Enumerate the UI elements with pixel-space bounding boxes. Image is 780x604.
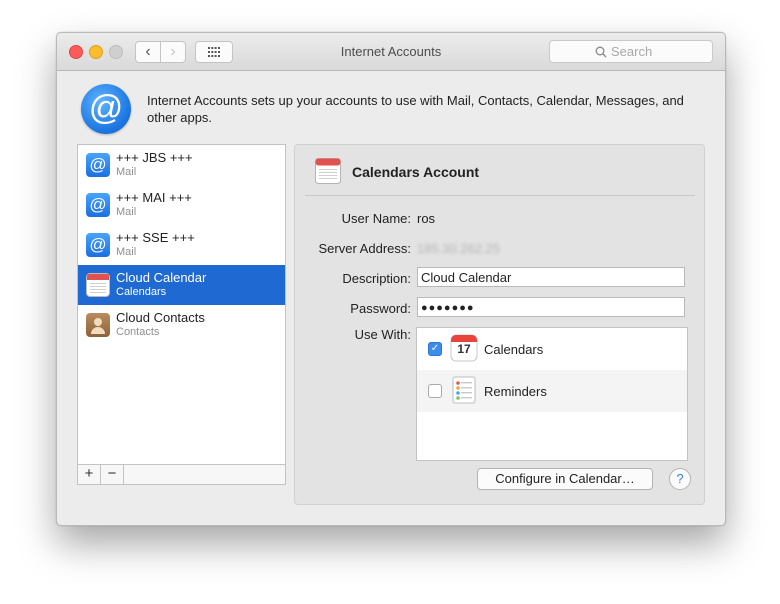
account-type: Mail	[116, 166, 137, 178]
calendar-icon	[86, 273, 110, 297]
server-address-label: Server Address:	[318, 241, 412, 256]
internet-accounts-window: ‹ › Internet Accounts Search @ Internet …	[56, 32, 726, 526]
account-name: +++ SSE +++	[116, 230, 195, 245]
password-label: Password:	[350, 301, 411, 316]
description-field[interactable]: Cloud Calendar	[417, 267, 685, 287]
account-item-cloud-calendar[interactable]: Cloud Calendar Calendars	[78, 265, 285, 305]
list-toolbar: + −	[78, 464, 285, 484]
account-item-sse[interactable]: @ +++ SSE +++ Mail	[78, 225, 285, 265]
use-with-row-reminders: Reminders	[417, 370, 687, 412]
configure-in-calendar-button[interactable]: Configure in Calendar…	[477, 468, 653, 490]
divider	[305, 195, 695, 196]
calendar-icon	[315, 158, 341, 184]
internet-accounts-at-icon: @	[81, 84, 131, 134]
use-with-list: ✓ 17 Calendars Reminders	[416, 327, 688, 461]
account-item-mai[interactable]: @ +++ MAI +++ Mail	[78, 185, 285, 225]
account-name: +++ MAI +++	[116, 190, 192, 205]
description-label: Description:	[342, 271, 411, 286]
reminders-app-icon	[452, 376, 476, 404]
calendars-checkbox[interactable]: ✓	[428, 342, 442, 356]
contacts-icon	[86, 313, 110, 337]
remove-account-button[interactable]: −	[101, 465, 124, 484]
calendars-label: Calendars	[484, 342, 544, 357]
checkmark-icon: ✓	[430, 343, 440, 354]
use-with-label: Use With:	[354, 327, 411, 342]
add-account-button[interactable]: +	[78, 465, 101, 484]
help-button[interactable]: ?	[669, 468, 691, 490]
search-field[interactable]: Search	[549, 40, 713, 63]
search-placeholder: Search	[611, 44, 653, 59]
account-name: Cloud Contacts	[116, 310, 205, 325]
calendar-day-number: 17	[457, 342, 471, 356]
reminders-label: Reminders	[484, 384, 547, 399]
user-name-label: User Name:	[341, 211, 411, 226]
account-type: Contacts	[116, 326, 160, 338]
detail-title: Calendars Account	[352, 164, 480, 180]
account-detail-panel: Calendars Account User Name: ros Server …	[294, 144, 705, 505]
accounts-list: @ +++ JBS +++ Mail @ +++ MAI +++ Mail @ …	[77, 144, 286, 485]
title-bar: ‹ › Internet Accounts Search	[57, 33, 725, 71]
user-name-value: ros	[417, 211, 436, 226]
account-name: Cloud Calendar	[116, 270, 207, 285]
at-icon: @	[86, 153, 110, 177]
account-type: Mail	[116, 206, 137, 218]
server-address-value: 185.30.262.25	[417, 241, 501, 256]
account-type: Mail	[116, 246, 137, 258]
reminders-checkbox[interactable]	[428, 384, 442, 398]
use-with-row-calendars: ✓ 17 Calendars	[417, 328, 687, 370]
at-icon: @	[86, 193, 110, 217]
at-icon: @	[86, 233, 110, 257]
password-field[interactable]: ●●●●●●●	[417, 297, 685, 317]
search-icon	[595, 46, 607, 58]
account-type: Calendars	[116, 286, 167, 298]
account-name: +++ JBS +++	[116, 150, 193, 165]
account-item-jbs[interactable]: @ +++ JBS +++ Mail	[78, 145, 285, 185]
account-item-cloud-contacts[interactable]: Cloud Contacts Contacts	[78, 305, 285, 345]
header-description: Internet Accounts sets up your accounts …	[147, 93, 684, 125]
